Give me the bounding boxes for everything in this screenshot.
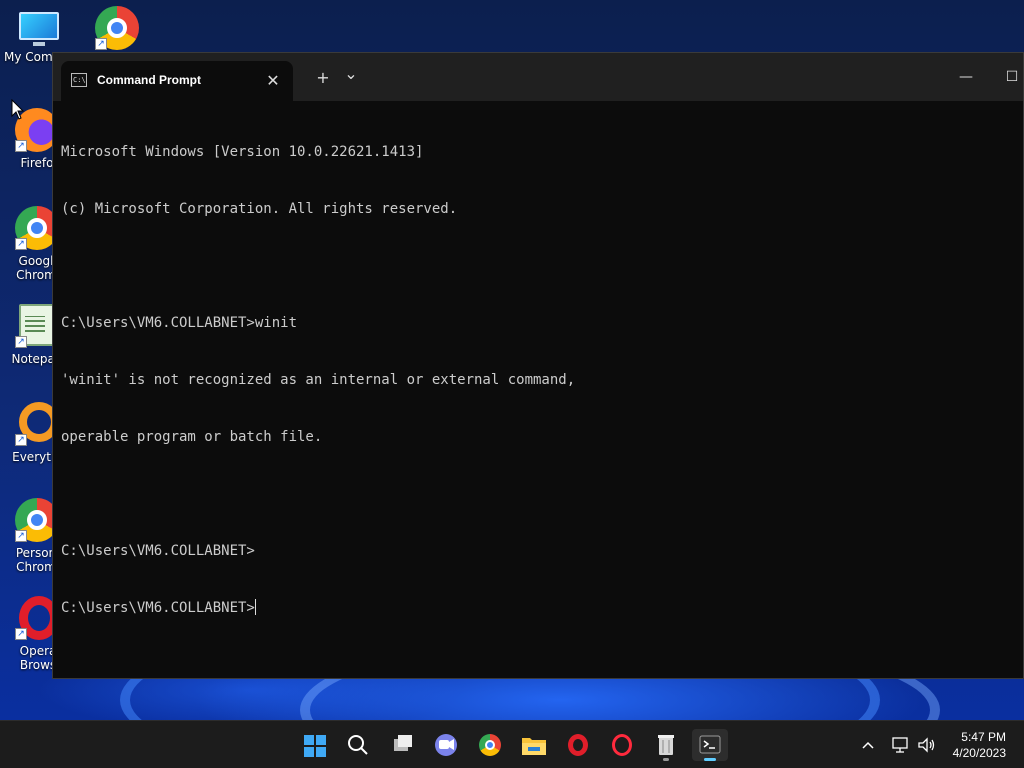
file-explorer-button[interactable] (516, 729, 552, 761)
clock[interactable]: 5:47 PM 4/20/2023 (953, 729, 1006, 761)
recycle-bin-icon (658, 735, 674, 755)
cmd-icon: C:\ (71, 73, 87, 87)
shortcut-arrow-icon: ↗ (15, 336, 27, 348)
folder-icon (522, 738, 546, 755)
chrome-taskbar-button[interactable] (472, 729, 508, 761)
tab-title: Command Prompt (97, 73, 202, 87)
close-tab-button[interactable]: ✕ (261, 69, 285, 93)
console-line: (c) Microsoft Corporation. All rights re… (61, 201, 458, 217)
windows-logo-icon (304, 735, 326, 757)
clock-time: 5:47 PM (961, 730, 1006, 744)
desktop-icon-chrome-canary[interactable]: ↗ (82, 6, 152, 54)
opera-gx-taskbar-button[interactable] (604, 729, 640, 761)
console-line: C:\Users\VM6.COLLABNET>winit (61, 315, 298, 331)
shortcut-arrow-icon: ↗ (15, 140, 27, 152)
active-indicator (704, 758, 716, 761)
shortcut-arrow-icon: ↗ (15, 434, 27, 446)
console-line: Microsoft Windows [Version 10.0.22621.14… (61, 144, 424, 160)
running-indicator (663, 758, 669, 761)
chrome-canary-icon: ↗ (95, 6, 139, 50)
teams-chat-button[interactable] (428, 729, 464, 761)
volume-icon[interactable] (916, 735, 936, 755)
shortcut-arrow-icon: ↗ (15, 628, 27, 640)
chevron-up-icon[interactable] (860, 737, 876, 753)
search-icon (348, 735, 368, 755)
console-line: C:\Users\VM6.COLLABNET> (61, 543, 255, 559)
new-tab-button[interactable]: + (311, 67, 335, 91)
monitor-icon (17, 10, 61, 46)
task-view-icon (394, 735, 412, 751)
shortcut-arrow-icon: ↗ (95, 38, 107, 50)
console-output[interactable]: Microsoft Windows [Version 10.0.22621.14… (61, 105, 1015, 670)
terminal-window[interactable]: C:\ Command Prompt ✕ + ⌄ — ☐ Microsoft W… (52, 52, 1024, 679)
task-view-button[interactable] (384, 729, 420, 761)
mouse-pointer-icon (11, 99, 25, 120)
console-line: 'winit' is not recognized as an internal… (61, 372, 576, 388)
tab-dropdown-button[interactable]: ⌄ (339, 63, 363, 87)
start-button[interactable] (296, 729, 332, 761)
text-cursor (254, 599, 256, 615)
taskbar: 5:47 PM 4/20/2023 (0, 720, 1024, 768)
network-icon[interactable] (890, 735, 910, 755)
opera-taskbar-button[interactable] (560, 729, 596, 761)
desktop-icon-label: Googl Chrom (16, 254, 56, 282)
app-taskbar-button[interactable] (648, 729, 684, 761)
chat-icon (435, 734, 457, 756)
opera-icon (568, 734, 588, 756)
title-bar[interactable]: C:\ Command Prompt ✕ + ⌄ — ☐ (53, 53, 1023, 101)
shortcut-arrow-icon: ↗ (15, 238, 27, 250)
console-line: operable program or batch file. (61, 429, 323, 445)
minimize-button[interactable]: — (943, 61, 989, 93)
clock-date: 4/20/2023 (952, 746, 1006, 760)
chrome-icon (479, 734, 501, 756)
console-prompt-line[interactable]: C:\Users\VM6.COLLABNET> (61, 599, 1015, 618)
tab-command-prompt[interactable]: C:\ Command Prompt ✕ (61, 61, 293, 101)
terminal-taskbar-button[interactable] (692, 729, 728, 761)
console-prompt: C:\Users\VM6.COLLABNET> (61, 600, 255, 616)
terminal-icon (699, 735, 721, 754)
shortcut-arrow-icon: ↗ (15, 530, 27, 542)
maximize-button[interactable]: ☐ (989, 61, 1024, 93)
opera-gx-icon (612, 734, 632, 756)
search-button[interactable] (340, 729, 376, 761)
